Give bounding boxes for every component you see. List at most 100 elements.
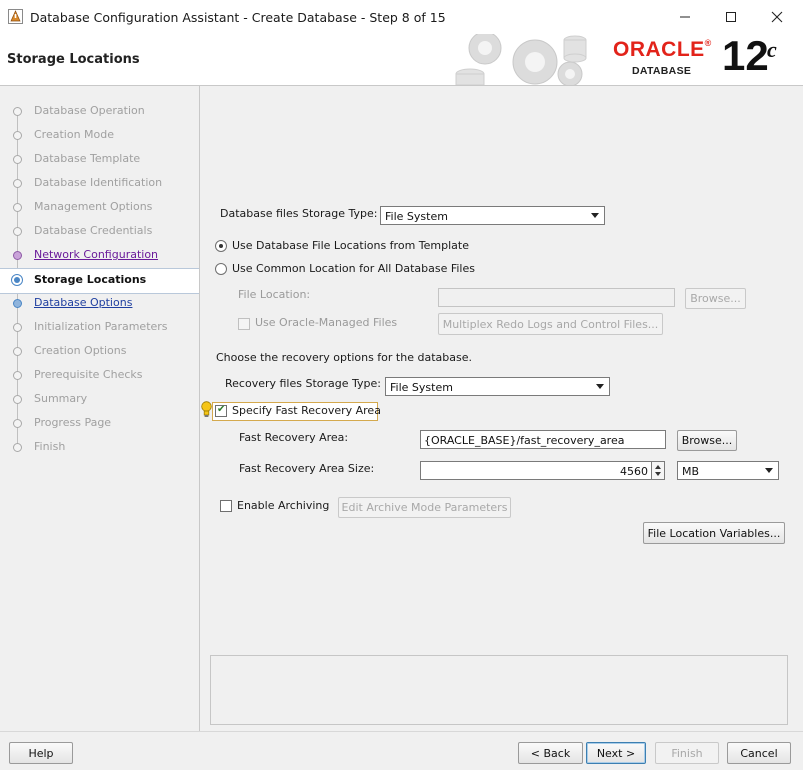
oracle-database-label: DATABASE <box>632 65 692 77</box>
recovery-storage-type-select[interactable]: File System <box>385 377 610 396</box>
nav-step-label: Database Credentials <box>34 224 153 237</box>
nav-step-item: Creation Options <box>0 340 199 364</box>
next-button[interactable]: Next > <box>586 742 646 764</box>
app-icon <box>8 9 23 24</box>
chevron-down-icon <box>765 468 773 473</box>
oracle-logo-wordmark: ORACLE® <box>613 38 712 61</box>
step-dot-icon <box>11 274 23 286</box>
nav-step-item[interactable]: Network Configuration <box>0 244 199 268</box>
fast-recovery-area-size-value: 4560 <box>620 465 648 478</box>
edit-archive-mode-parameters-button[interactable]: Edit Archive Mode Parameters <box>338 497 511 518</box>
use-template-locations-label[interactable]: Use Database File Locations from Templat… <box>232 239 469 252</box>
nav-step-item: Database Identification <box>0 172 199 196</box>
gears-database-graphic-icon <box>455 34 587 85</box>
nav-step-item: Database Operation <box>0 100 199 124</box>
nav-step-item: Initialization Parameters <box>0 316 199 340</box>
storage-type-label: Database files Storage Type: <box>220 207 378 220</box>
enable-archiving-checkbox[interactable] <box>220 500 232 512</box>
help-button[interactable]: Help <box>9 742 73 764</box>
size-unit-value: MB <box>682 465 700 478</box>
use-template-locations-radio[interactable] <box>215 240 227 252</box>
nav-step-item: Finish <box>0 436 199 460</box>
file-location-variables-button[interactable]: File Location Variables... <box>643 522 785 544</box>
footer-separator <box>0 731 803 732</box>
nav-step-label: Database Operation <box>34 104 145 117</box>
nav-step-item[interactable]: Database Options <box>0 292 199 316</box>
nav-step-item: Management Options <box>0 196 199 220</box>
recovery-storage-type-label: Recovery files Storage Type: <box>225 377 381 390</box>
nav-step-label: Progress Page <box>34 416 112 429</box>
oracle-version-suffix: c <box>767 37 777 62</box>
nav-step-item: Database Template <box>0 148 199 172</box>
nav-step-label: Prerequisite Checks <box>34 368 143 381</box>
nav-step-label: Database Options <box>34 296 133 309</box>
size-spinner[interactable] <box>651 461 665 480</box>
cancel-button[interactable]: Cancel <box>727 742 791 764</box>
nav-step-item: Summary <box>0 388 199 412</box>
window-title: Database Configuration Assistant - Creat… <box>30 10 446 25</box>
chevron-down-icon <box>596 384 604 389</box>
step-dot-icon <box>13 179 22 188</box>
nav-step-label: Creation Mode <box>34 128 115 141</box>
nav-step-item: Creation Mode <box>0 124 199 148</box>
step-dot-icon <box>13 107 22 116</box>
file-location-label: File Location: <box>238 288 311 301</box>
file-location-input[interactable] <box>438 288 675 307</box>
close-icon <box>771 11 783 23</box>
recovery-intro-text: Choose the recovery options for the data… <box>216 351 472 364</box>
recovery-storage-type-value: File System <box>390 381 453 394</box>
title-bar: Database Configuration Assistant - Creat… <box>0 0 803 34</box>
fast-recovery-area-value: {ORACLE_BASE}/fast_recovery_area <box>424 434 625 447</box>
step-dot-icon <box>13 299 22 308</box>
back-button[interactable]: < Back <box>518 742 583 764</box>
oracle-managed-files-label: Use Oracle-Managed Files <box>255 316 398 329</box>
fast-recovery-area-browse-button[interactable]: Browse... <box>677 430 737 451</box>
size-unit-select[interactable]: MB <box>677 461 779 480</box>
nav-step-label: Network Configuration <box>34 248 159 261</box>
close-window-button[interactable] <box>754 0 800 34</box>
step-dot-icon <box>13 251 22 260</box>
nav-step-label: Database Identification <box>34 176 163 189</box>
maximize-button[interactable] <box>708 0 754 34</box>
fast-recovery-area-label: Fast Recovery Area: <box>239 431 349 444</box>
finish-button[interactable]: Finish <box>655 742 719 764</box>
nav-step-label: Creation Options <box>34 344 127 357</box>
use-common-location-radio[interactable] <box>215 263 227 275</box>
header-banner: Storage Locations ORACLE® DATABASE 12 c <box>0 34 803 86</box>
file-location-browse-button[interactable]: Browse... <box>685 288 746 309</box>
specify-fast-recovery-area-label[interactable]: Specify Fast Recovery Area <box>232 404 381 417</box>
minimize-icon <box>680 16 690 18</box>
minimize-button[interactable] <box>662 0 708 34</box>
storage-type-select[interactable]: File System <box>380 206 605 225</box>
use-common-location-label[interactable]: Use Common Location for All Database Fil… <box>232 262 475 275</box>
step-dot-icon <box>13 227 22 236</box>
oracle-managed-files-checkbox[interactable] <box>238 318 250 330</box>
nav-step-label: Summary <box>34 392 88 405</box>
nav-step-item[interactable]: Storage Locations <box>0 268 199 294</box>
nav-step-item: Database Credentials <box>0 220 199 244</box>
nav-step-label: Database Template <box>34 152 141 165</box>
step-dot-icon <box>13 419 22 428</box>
fast-recovery-area-input[interactable]: {ORACLE_BASE}/fast_recovery_area <box>420 430 666 449</box>
fast-recovery-area-size-label: Fast Recovery Area Size: <box>239 462 375 475</box>
multiplex-redo-logs-button[interactable]: Multiplex Redo Logs and Control Files... <box>438 313 663 335</box>
page-title: Storage Locations <box>7 52 140 67</box>
chevron-down-icon <box>591 213 599 218</box>
spinner-arrows-icon <box>655 465 661 476</box>
lightbulb-hint-icon[interactable] <box>201 401 212 418</box>
step-dot-icon <box>13 371 22 380</box>
step-dot-icon <box>13 203 22 212</box>
nav-step-label: Storage Locations <box>34 273 147 286</box>
nav-step-item: Prerequisite Checks <box>0 364 199 388</box>
maximize-icon <box>726 12 736 22</box>
nav-step-item: Progress Page <box>0 412 199 436</box>
enable-archiving-label[interactable]: Enable Archiving <box>237 499 329 512</box>
nav-step-label: Initialization Parameters <box>34 320 168 333</box>
specify-fast-recovery-area-checkbox[interactable] <box>215 404 227 417</box>
fast-recovery-area-size-input[interactable]: 4560 <box>420 461 652 480</box>
nav-step-label: Management Options <box>34 200 153 213</box>
step-dot-icon <box>13 443 22 452</box>
storage-type-value: File System <box>385 210 448 223</box>
nav-step-label: Finish <box>34 440 66 453</box>
step-dot-icon <box>13 131 22 140</box>
